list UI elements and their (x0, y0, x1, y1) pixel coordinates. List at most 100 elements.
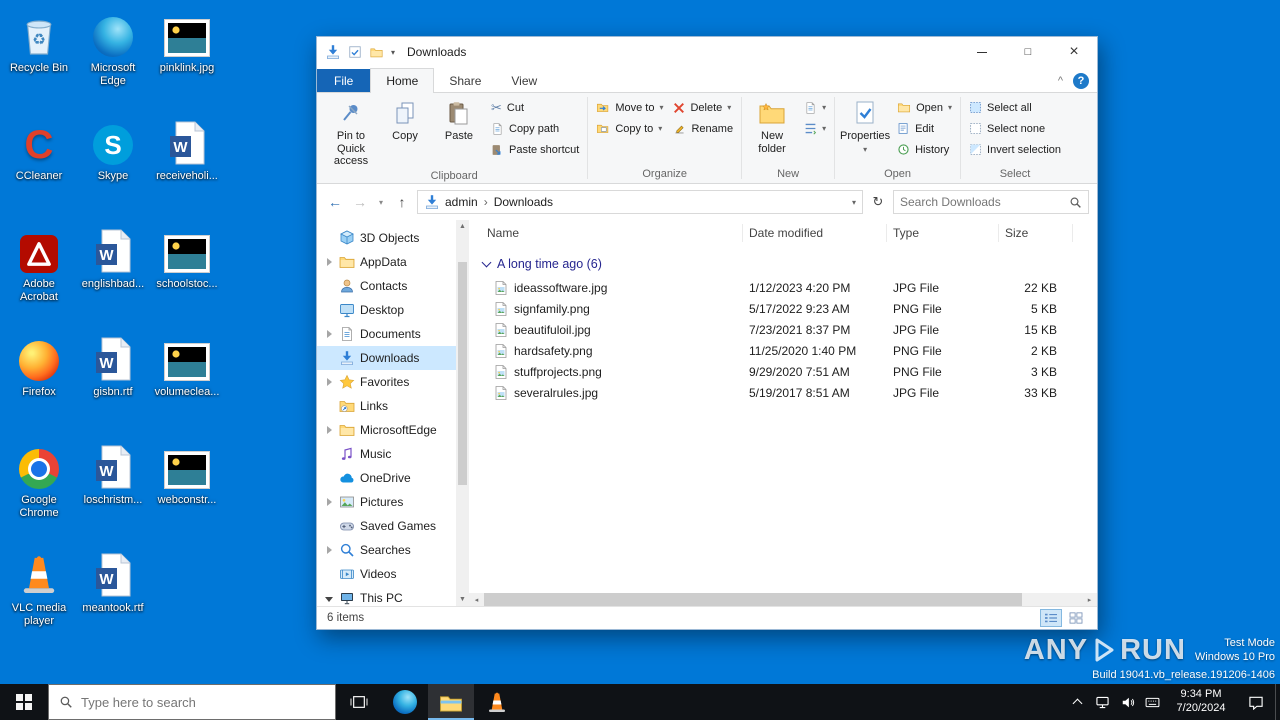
edit-button[interactable]: Edit (892, 118, 957, 139)
file-row[interactable]: severalrules.jpg 5/19/2017 8:51 AM JPG F… (481, 382, 1097, 403)
keyboard-tray-icon[interactable] (1140, 684, 1165, 720)
desktop-icon-microsoft-edge[interactable]: Microsoft Edge (76, 6, 150, 114)
network-tray-icon[interactable] (1090, 684, 1115, 720)
recent-locations-chevron-icon[interactable]: ▾ (375, 198, 387, 207)
new-folder-button[interactable]: New folder (745, 96, 799, 168)
scroll-left-icon[interactable]: ◂ (469, 593, 484, 606)
desktop-icon-webconstr[interactable]: webconstr... (150, 438, 224, 546)
properties-button[interactable]: Properties ▾ (838, 96, 892, 168)
column-header-date-modified[interactable]: Date modified (743, 224, 887, 242)
expand-chevron[interactable] (324, 546, 334, 554)
scroll-up-icon[interactable]: ▲ (456, 220, 469, 233)
sidebar-item-searches[interactable]: Searches (317, 538, 469, 562)
desktop-icon-gisbn-rtf[interactable]: gisbn.rtf (76, 330, 150, 438)
new-folder-icon[interactable] (369, 46, 384, 59)
up-button[interactable]: ↑ (392, 194, 412, 210)
tab-share[interactable]: Share (434, 69, 496, 92)
sidebar-item-3d-objects[interactable]: 3D Objects (317, 226, 469, 250)
desktop-icon-volumeclea[interactable]: volumeclea... (150, 330, 224, 438)
sidebar-item-onedrive[interactable]: OneDrive (317, 466, 469, 490)
desktop-icon-schoolstoc[interactable]: schoolstoc... (150, 222, 224, 330)
invert-selection-button[interactable]: Invert selection (964, 139, 1066, 160)
search-input[interactable] (900, 195, 1065, 209)
copy-button[interactable]: Copy (378, 96, 432, 170)
desktop-icon-vlc[interactable]: VLC media player (2, 546, 76, 654)
sidebar-item-appdata[interactable]: AppData (317, 250, 469, 274)
scroll-down-icon[interactable]: ▼ (456, 593, 469, 606)
horizontal-scrollbar[interactable]: ◂ ▸ (469, 593, 1097, 606)
file-group-header[interactable]: A long time ago (6) (481, 251, 1097, 277)
address-dropdown-chevron-icon[interactable]: ▾ (852, 198, 856, 207)
taskbar-clock[interactable]: 9:34 PM 7/20/2024 (1165, 684, 1237, 720)
sidebar-item-favorites[interactable]: Favorites (317, 370, 469, 394)
task-view-button[interactable] (336, 684, 382, 720)
copy-path-button[interactable]: Copy path (486, 118, 584, 139)
file-row[interactable]: hardsafety.png 11/25/2020 1:40 PM PNG Fi… (481, 340, 1097, 361)
desktop-icon-firefox[interactable]: Firefox (2, 330, 76, 438)
sidebar-item-microsoftedge[interactable]: MicrosoftEdge (317, 418, 469, 442)
title-bar[interactable]: ▾ Downloads □ × (317, 37, 1097, 67)
desktop-icon-receiveholi[interactable]: receiveholi... (150, 114, 224, 222)
sidebar-item-desktop[interactable]: Desktop (317, 298, 469, 322)
expand-chevron[interactable] (324, 426, 334, 434)
file-row[interactable]: beautifuloil.jpg 7/23/2021 8:37 PM JPG F… (481, 319, 1097, 340)
expand-chevron[interactable] (324, 498, 334, 506)
desktop-icon-skype[interactable]: S Skype (76, 114, 150, 222)
file-row[interactable]: signfamily.png 5/17/2022 9:23 AM PNG Fil… (481, 298, 1097, 319)
help-icon[interactable]: ? (1073, 73, 1089, 89)
forward-button[interactable]: → (350, 194, 370, 210)
taskbar-vlc-button[interactable] (474, 684, 520, 720)
desktop-icon-englishbad[interactable]: englishbad... (76, 222, 150, 330)
expand-chevron[interactable] (324, 330, 334, 338)
desktop-icon-ccleaner[interactable]: C CCleaner (2, 114, 76, 222)
scroll-right-icon[interactable]: ▸ (1082, 593, 1097, 606)
tab-file[interactable]: File (317, 69, 370, 92)
scroll-thumb[interactable] (458, 262, 467, 485)
scroll-thumb[interactable] (484, 593, 1022, 606)
action-center-button[interactable] (1237, 684, 1275, 720)
desktop-icon-meantook-rtf[interactable]: meantook.rtf (76, 546, 150, 654)
qat-customize-chevron-icon[interactable]: ▾ (391, 48, 395, 57)
desktop-icon-google-chrome[interactable]: Google Chrome (2, 438, 76, 546)
sidebar-item-videos[interactable]: Videos (317, 562, 469, 586)
details-view-button[interactable] (1040, 609, 1062, 627)
taskbar-file-explorer-button[interactable] (428, 684, 474, 720)
minimize-button[interactable] (959, 37, 1005, 67)
sidebar-item-contacts[interactable]: Contacts (317, 274, 469, 298)
desktop-icon-pinklink-jpg[interactable]: pinklink.jpg (150, 6, 224, 114)
open-button[interactable]: Open ▾ (892, 97, 957, 118)
column-header-name[interactable]: Name (481, 224, 743, 242)
file-row[interactable]: ideassoftware.jpg 1/12/2023 4:20 PM JPG … (481, 277, 1097, 298)
tab-home[interactable]: Home (370, 68, 434, 93)
select-all-button[interactable]: Select all (964, 97, 1066, 118)
paste-button[interactable]: Paste (432, 96, 486, 170)
maximize-button[interactable]: □ (1005, 37, 1051, 67)
large-icons-view-button[interactable] (1065, 609, 1087, 627)
file-row[interactable]: stuffprojects.png 9/29/2020 7:51 AM PNG … (481, 361, 1097, 382)
close-button[interactable]: × (1051, 37, 1097, 67)
sidebar-item-downloads[interactable]: Downloads (317, 346, 469, 370)
breadcrumb-folder[interactable]: Downloads (494, 195, 553, 209)
tab-view[interactable]: View (496, 69, 552, 92)
new-item-button[interactable]: ▾ (799, 97, 831, 118)
pin-to-quick-access-button[interactable]: Pin to Quick access (324, 96, 378, 170)
search-box[interactable] (893, 190, 1089, 214)
cut-button[interactable]: ✂ Cut (486, 97, 584, 118)
history-button[interactable]: History (892, 139, 957, 160)
hidden-icons-button[interactable] (1065, 684, 1090, 720)
sidebar-item-music[interactable]: Music (317, 442, 469, 466)
collapse-ribbon-icon[interactable]: ^ (1058, 75, 1063, 87)
expand-chevron[interactable] (324, 378, 334, 386)
nav-scrollbar[interactable]: ▲ ▼ (456, 220, 469, 606)
show-desktop-button[interactable] (1275, 684, 1280, 720)
breadcrumb-user[interactable]: admin (445, 195, 478, 209)
select-none-button[interactable]: Select none (964, 118, 1066, 139)
expand-chevron[interactable] (324, 258, 334, 266)
taskbar-search-input[interactable] (81, 695, 325, 710)
expand-chevron[interactable] (324, 595, 334, 602)
taskbar-search[interactable] (48, 684, 336, 720)
sidebar-item-documents[interactable]: Documents (317, 322, 469, 346)
copy-to-button[interactable]: Copy to ▾ (591, 118, 668, 139)
sidebar-item-pictures[interactable]: Pictures (317, 490, 469, 514)
rename-button[interactable]: Rename (668, 118, 738, 139)
